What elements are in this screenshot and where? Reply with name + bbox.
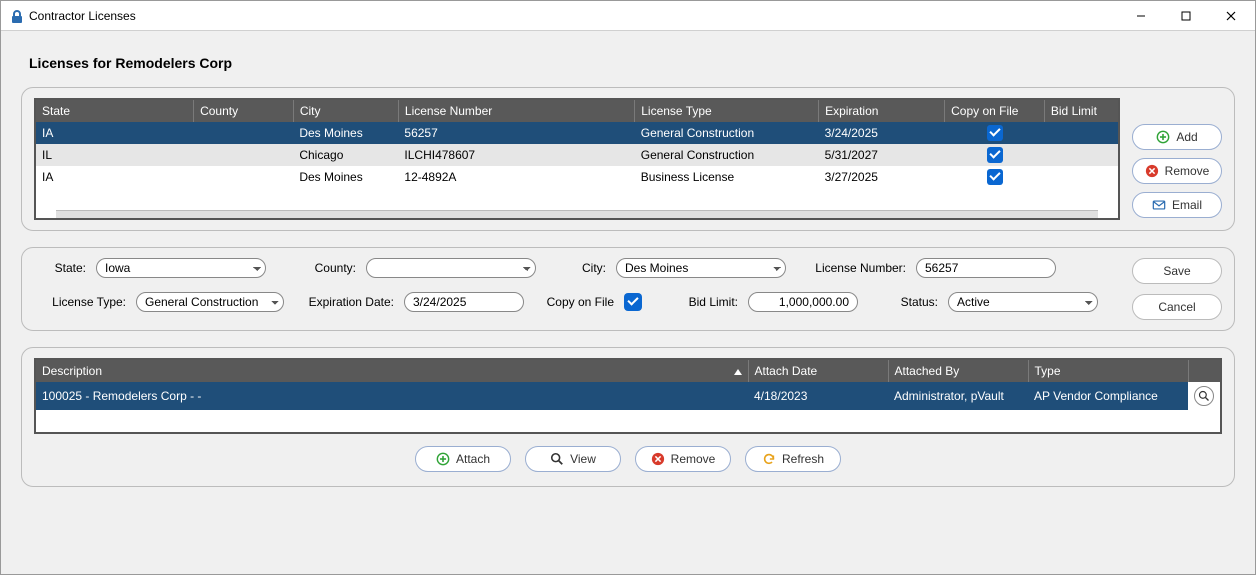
status-select[interactable]: Active — [948, 292, 1098, 312]
close-button[interactable] — [1208, 1, 1253, 30]
label-copy: Copy on File — [534, 295, 614, 309]
licenses-side-buttons: Add Remove Email — [1132, 98, 1222, 218]
bid-limit-input[interactable] — [748, 292, 858, 312]
check-icon — [987, 169, 1003, 185]
col-expiration[interactable]: Expiration — [819, 100, 945, 122]
x-circle-icon — [1145, 164, 1159, 178]
col-county[interactable]: County — [194, 100, 294, 122]
plus-icon — [436, 452, 450, 466]
attach-button[interactable]: Attach — [415, 446, 511, 472]
col-attached-by[interactable]: Attached By — [888, 360, 1028, 382]
label-city: City: — [546, 261, 606, 275]
table-row[interactable]: 100025 - Remodelers Corp - - 4/18/2023 A… — [36, 382, 1220, 410]
check-icon — [987, 147, 1003, 163]
county-select[interactable] — [366, 258, 536, 278]
horizontal-scrollbar[interactable] — [56, 210, 1098, 218]
remove-button[interactable]: Remove — [1132, 158, 1222, 184]
col-type[interactable]: Type — [1028, 360, 1188, 382]
email-button[interactable]: Email — [1132, 192, 1222, 218]
label-license-number: License Number: — [796, 261, 906, 275]
view-button[interactable]: View — [525, 446, 621, 472]
refresh-button[interactable]: Refresh — [745, 446, 841, 472]
col-license-type[interactable]: License Type — [635, 100, 819, 122]
state-select[interactable]: Iowa — [96, 258, 266, 278]
page-title: Licenses for Remodelers Corp — [29, 55, 1235, 71]
form-buttons: Save Cancel — [1132, 258, 1222, 320]
licenses-table[interactable]: State County City License Number License… — [34, 98, 1120, 220]
col-bid[interactable]: Bid Limit — [1044, 100, 1118, 122]
lock-icon — [9, 9, 23, 23]
attachments-table[interactable]: Description Attach Date Attached By Type… — [34, 358, 1222, 434]
cancel-button[interactable]: Cancel — [1132, 294, 1222, 320]
label-status: Status: — [868, 295, 938, 309]
table-row[interactable]: IA Des Moines 56257 General Construction… — [36, 122, 1118, 144]
col-action — [1188, 360, 1220, 382]
empty-area — [36, 410, 1220, 432]
city-select[interactable]: Des Moines — [616, 258, 786, 278]
table-empty-row — [36, 188, 1118, 210]
license-number-input[interactable] — [916, 258, 1056, 278]
sort-asc-icon — [734, 369, 742, 375]
col-license-number[interactable]: License Number — [398, 100, 634, 122]
expiration-input[interactable] — [404, 292, 524, 312]
check-icon — [987, 125, 1003, 141]
label-county: County: — [276, 261, 356, 275]
copy-on-file-checkbox[interactable] — [624, 293, 642, 311]
table-row[interactable]: IA Des Moines 12-4892A Business License … — [36, 166, 1118, 188]
col-description[interactable]: Description — [36, 360, 748, 382]
label-bid: Bid Limit: — [668, 295, 738, 309]
title-bar: Contractor Licenses — [1, 1, 1255, 31]
add-button[interactable]: Add — [1132, 124, 1222, 150]
remove-label: Remove — [1165, 164, 1210, 178]
magnifier-icon — [550, 452, 564, 466]
email-label: Email — [1172, 198, 1202, 212]
label-state: State: — [34, 261, 86, 275]
view-attachment-button[interactable] — [1194, 386, 1214, 406]
remove-attachment-button[interactable]: Remove — [635, 446, 731, 472]
col-copy[interactable]: Copy on File — [945, 100, 1045, 122]
add-label: Add — [1176, 130, 1197, 144]
licenses-panel: State County City License Number License… — [21, 87, 1235, 231]
license-form-panel: State: Iowa County: City: Des Moines Lic… — [21, 247, 1235, 331]
window-controls — [1118, 1, 1253, 30]
save-button[interactable]: Save — [1132, 258, 1222, 284]
maximize-button[interactable] — [1163, 1, 1208, 30]
plus-icon — [1156, 130, 1170, 144]
col-state[interactable]: State — [36, 100, 194, 122]
col-attach-date[interactable]: Attach Date — [748, 360, 888, 382]
minimize-button[interactable] — [1118, 1, 1163, 30]
x-circle-icon — [651, 452, 665, 466]
license-type-select[interactable]: General Construction — [136, 292, 284, 312]
licenses-header-row: State County City License Number License… — [36, 100, 1118, 122]
label-license-type: License Type: — [34, 295, 126, 309]
window-title: Contractor Licenses — [29, 9, 136, 23]
attachments-panel: Description Attach Date Attached By Type… — [21, 347, 1235, 487]
table-row[interactable]: IL Chicago ILCHI478607 General Construct… — [36, 144, 1118, 166]
refresh-icon — [762, 452, 776, 466]
label-expiration: Expiration Date: — [294, 295, 394, 309]
col-city[interactable]: City — [293, 100, 398, 122]
attachment-buttons: Attach View Remove Refresh — [34, 434, 1222, 476]
mail-icon — [1152, 198, 1166, 212]
